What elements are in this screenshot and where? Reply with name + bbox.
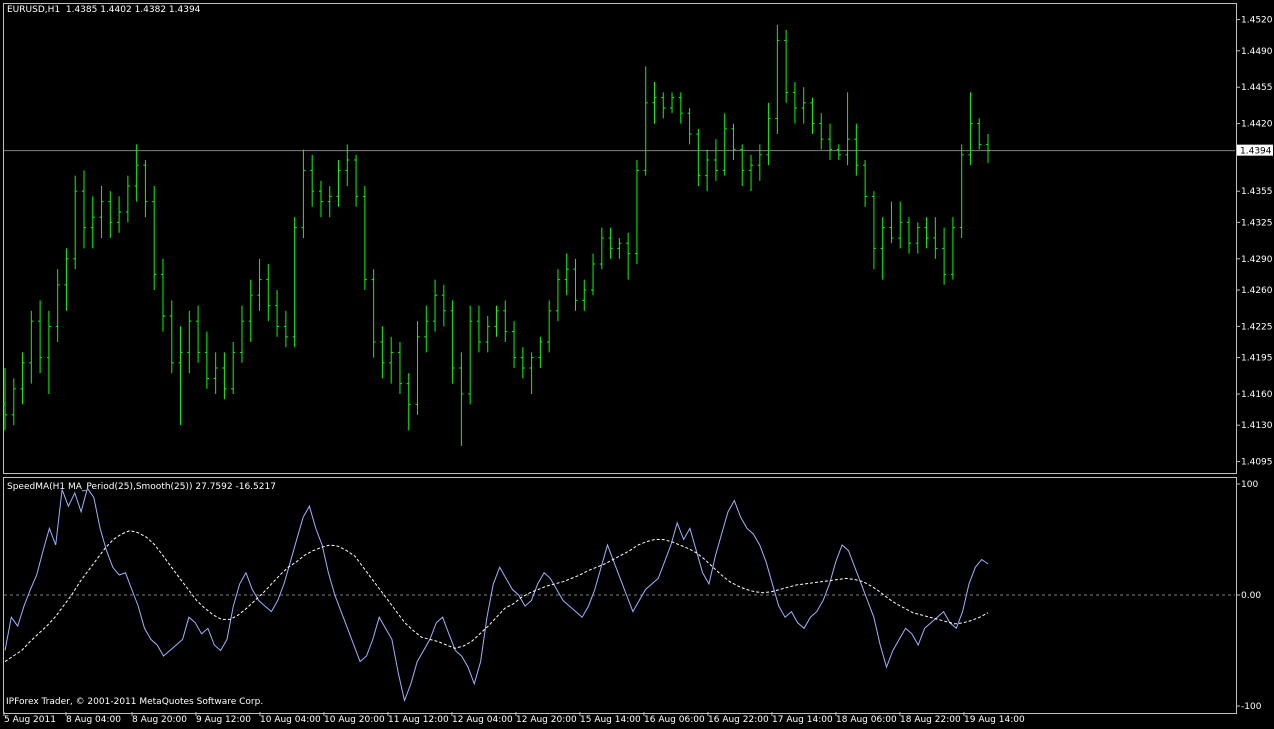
time-tick-label: 16 Aug 22:00 — [708, 715, 769, 725]
time-tick-label: 11 Aug 12:00 — [388, 715, 449, 725]
time-tick-label: 10 Aug 20:00 — [324, 715, 385, 725]
price-tick-label: 1.4195 — [1241, 354, 1273, 364]
price-tick-label: 1.4355 — [1241, 187, 1273, 197]
time-tick-label: 12 Aug 04:00 — [452, 715, 513, 725]
time-tick-label: 8 Aug 04:00 — [66, 715, 121, 725]
indicator-tick-label: -100 — [1241, 702, 1262, 712]
price-tick-label: 1.4160 — [1241, 390, 1273, 400]
time-tick-label: 12 Aug 20:00 — [516, 715, 577, 725]
time-tick-label: 18 Aug 22:00 — [900, 715, 961, 725]
price-tick-label: 1.4225 — [1241, 322, 1273, 332]
price-tick-label: 1.4260 — [1241, 286, 1273, 296]
time-tick-label: 18 Aug 06:00 — [836, 715, 897, 725]
indicator-tick-label: 0.00 — [1241, 591, 1261, 601]
time-tick-label: 17 Aug 14:00 — [772, 715, 833, 725]
chart-canvas: 1.4520 1.4490 1.4455 1.4420 1.4355 1.4325 1.42… — [3, 16, 1273, 716]
price-tick-label: 1.4420 — [1241, 120, 1273, 130]
price-tick-label: 1.4520 — [1241, 16, 1273, 26]
speed-series-line — [4, 487, 989, 703]
current-price-label: 1.4394 — [1240, 147, 1272, 157]
price-tick-label: 1.4325 — [1241, 218, 1273, 228]
price-tick-label: 1.4290 — [1241, 255, 1273, 265]
time-tick-label: 9 Aug 12:00 — [196, 715, 251, 725]
time-tick-label: 5 Aug 2011 — [4, 715, 56, 725]
time-tick-label: 10 Aug 04:00 — [260, 715, 321, 725]
price-tick-label: 1.4455 — [1241, 83, 1273, 93]
time-tick-label: 16 Aug 06:00 — [644, 715, 705, 725]
time-tick-label: 19 Aug 14:00 — [964, 715, 1025, 725]
time-tick-label: 8 Aug 20:00 — [132, 715, 187, 725]
price-tick-label: 1.4130 — [1241, 421, 1273, 431]
price-tick-label: 1.4490 — [1241, 47, 1273, 57]
time-tick-label: 15 Aug 14:00 — [580, 715, 641, 725]
price-tick-label: 1.4095 — [1241, 458, 1273, 468]
indicator-tick-label: 100 — [1241, 480, 1258, 490]
